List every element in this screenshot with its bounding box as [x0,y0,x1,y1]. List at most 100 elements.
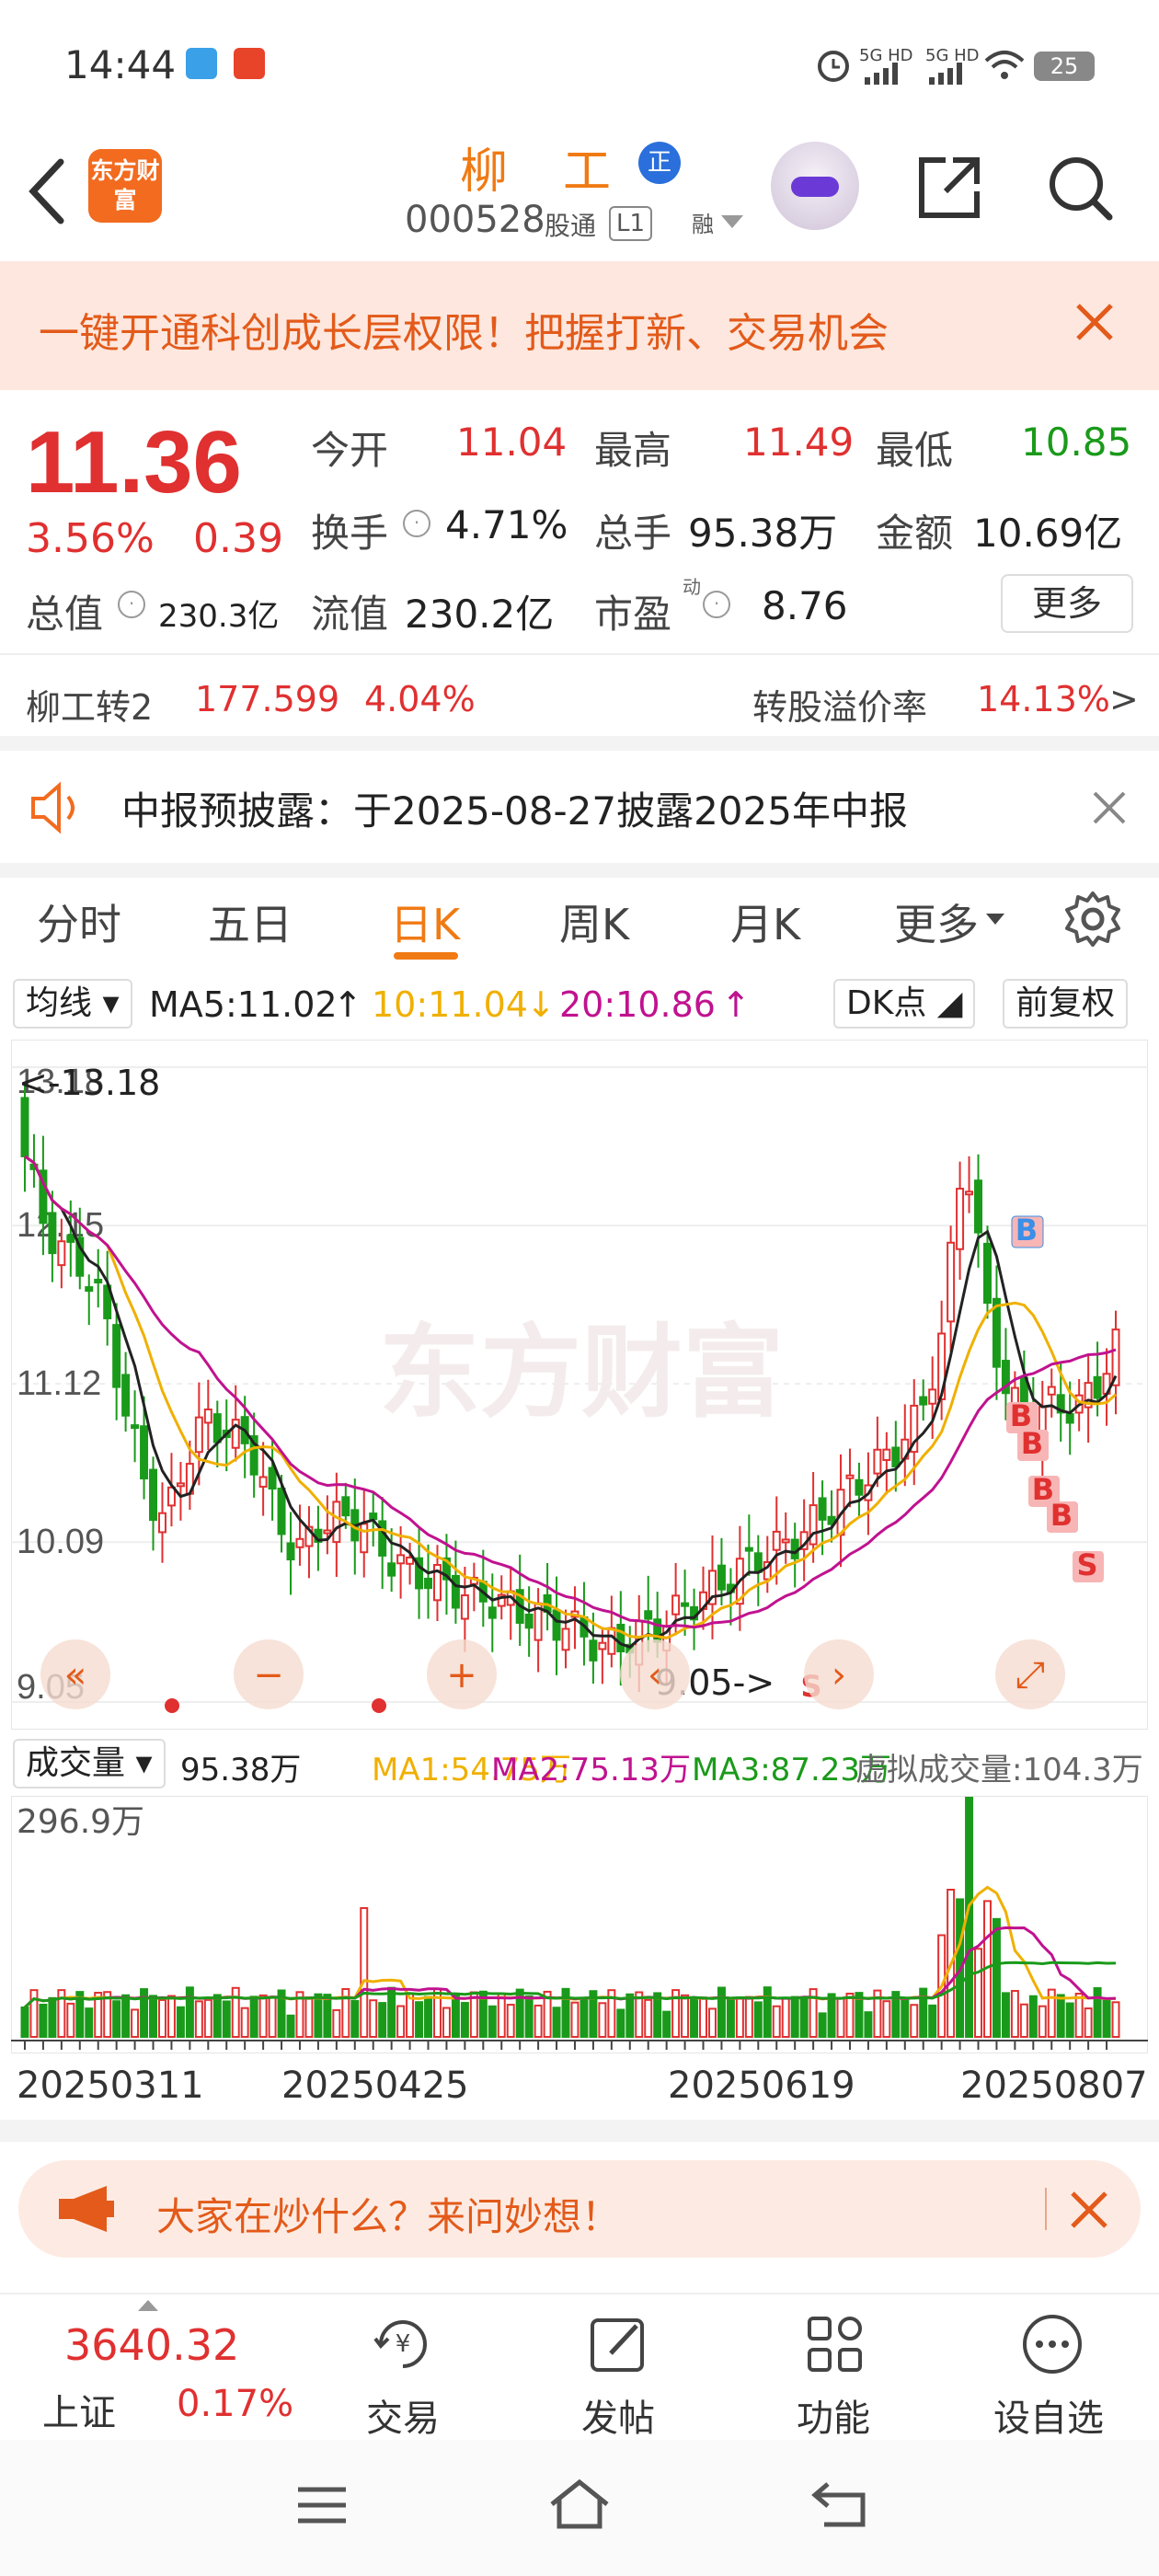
home-icon[interactable] [546,2477,613,2532]
volume-bar [552,2007,561,2039]
volume-bar [753,2001,763,2038]
tab-intraday[interactable]: 分时 [37,891,121,952]
pe-dynamic-sup: 动 [683,576,701,598]
active-tab-indicator [394,952,458,960]
tab-five-day[interactable]: 五日 [208,891,293,952]
mktcap-label: 总值 [26,592,104,637]
candle-body [598,1641,607,1650]
vol-ma2: MA2:75.13万 [491,1752,692,1788]
trade-icon[interactable]: ¥ [370,2311,436,2377]
report-notice[interactable]: 中报预披露：于2025-08-27披露2025年中报 [0,753,1159,863]
volume-bar [717,1986,726,2038]
tab-more[interactable]: 更多 [894,891,979,952]
candle-body [94,1279,103,1284]
volume-bar [39,2003,48,2039]
candlestick-chart[interactable]: 13.1812.1511.1210.099.05东方财富<-13.189.05-… [11,1040,1148,1730]
volume-bar [360,1907,369,2038]
candle-body [928,1388,937,1405]
tab-monthly-k[interactable]: 月K [730,891,800,952]
volume-bar [387,1986,396,2039]
candle-body [112,1324,121,1388]
index-value[interactable]: 3640.32 [64,2320,239,2370]
promo-banner[interactable]: 一键开通科创成长层权限！把握打新、交易机会 [0,261,1159,390]
ask-ai-banner[interactable]: 大家在炒什么？来问妙想！ [18,2160,1141,2258]
adjust-selector[interactable]: 前复权 [1003,979,1129,1029]
volume-bar [524,1995,534,2038]
candle-body [157,1512,166,1534]
back-icon[interactable] [20,155,75,228]
candle-body [1093,1375,1102,1399]
candle-body [965,1190,974,1196]
candle-body [460,1594,469,1620]
volume-bar [112,2000,121,2038]
volume-bar [1056,1994,1065,2039]
more-dots-icon[interactable] [1019,2311,1085,2377]
candle-body [121,1374,131,1417]
volume-bar [818,2012,827,2039]
trade-marker-label: S [1076,1547,1097,1582]
chevron-up-icon[interactable] [138,2298,158,2311]
info-icon[interactable]: · [118,591,145,618]
bond-name[interactable]: 柳工转2 [26,679,153,730]
nav-function[interactable]: 功能 [797,2388,870,2442]
volume-bar [442,2007,451,2039]
candle-body [66,1234,75,1243]
menu-icon[interactable] [294,2482,350,2528]
candle-body [974,1179,983,1234]
candle-body [286,1542,295,1561]
more-button[interactable]: 更多 [1001,574,1133,633]
ai-assistant-avatar[interactable] [771,142,859,230]
tab-weekly-k[interactable]: 周K [559,891,629,952]
trade-marker-label: B [1021,1426,1043,1461]
nav-add-watchlist[interactable]: 设自选 [993,2388,1104,2442]
info-icon[interactable]: · [703,591,730,618]
stock-header: 东方财富 柳工 正 000528 股通 L1 融 [0,129,1159,258]
nav-post[interactable]: 发帖 [581,2388,655,2442]
volume-bar [882,2000,891,2038]
ma5-value: MA5:11.02 [149,984,338,1025]
volume-chart[interactable]: 296.9万 [11,1796,1148,2053]
volume-bar [185,1986,194,2039]
close-icon[interactable] [1069,2190,1109,2230]
volume-bar [350,2000,360,2038]
volume-bar [1038,2005,1047,2039]
volume-bar [1001,1992,1010,2038]
bond-price: 177.599 [195,679,340,719]
share-icon[interactable] [912,151,986,224]
tab-daily-k[interactable]: 日K [390,891,460,952]
bond-arrow[interactable]: > [1109,679,1139,719]
volume-bar [928,2004,937,2039]
dk-point-selector[interactable]: DK点 ◢ [833,979,976,1029]
close-icon[interactable] [1067,294,1122,350]
close-icon[interactable] [1091,789,1128,826]
ma-selector[interactable]: 均线 ▾ [13,979,132,1029]
gear-icon[interactable] [1063,890,1122,949]
search-icon[interactable] [1043,151,1117,224]
volume-bar [332,2008,341,2039]
chart-control-icon: ‹ [648,1654,662,1696]
candle-body [268,1466,277,1490]
info-icon[interactable]: · [403,510,430,537]
chart-control-icon: ⤢ [1016,1654,1045,1696]
post-icon[interactable] [585,2311,651,2377]
volume-bar [268,1995,277,2038]
volume-bar [286,2014,295,2039]
back-nav-icon[interactable] [809,2478,870,2530]
brand-logo[interactable]: 东方财富 [88,149,162,223]
function-grid-icon[interactable] [802,2311,868,2377]
chevron-down-icon[interactable] [721,215,743,230]
volume-bar [240,2007,249,2038]
nav-trade[interactable]: 交易 [366,2388,440,2442]
candle-body [140,1425,149,1480]
volume-bar [304,1996,314,2039]
volume-selector[interactable]: 成交量 ▾ [13,1739,166,1788]
volume-bar [378,2002,387,2038]
chevron-down-icon[interactable] [986,914,1004,926]
candle-body [607,1627,616,1655]
float-cap-value: 230.2亿 [405,592,555,637]
volume-bar [451,1995,460,2039]
open-value: 11.04 [456,420,568,465]
candle-body [1065,1413,1074,1424]
volume-bar [616,2008,625,2038]
margin-tag[interactable]: 融 [692,206,714,238]
